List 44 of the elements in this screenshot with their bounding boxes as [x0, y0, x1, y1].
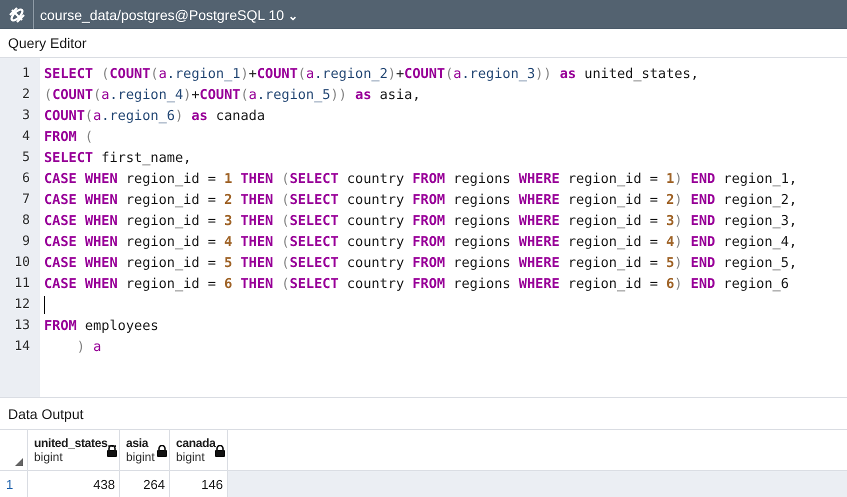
code-line: (COUNT(a.region_4)+COUNT(a.region_5)) as asia, [44, 86, 421, 102]
line-number: 2 [21, 87, 31, 102]
line-number: 8 [21, 213, 31, 228]
connection-icon [8, 6, 26, 24]
table-cell: 264 [120, 471, 170, 497]
column-type: bigint [176, 450, 206, 464]
column-type: bigint [126, 450, 156, 464]
code-line: CASE WHEN region_id = 1 THEN (SELECT country FROM regions WHERE region_id = 1) END region_1, [44, 170, 798, 186]
line-number: 12 [13, 297, 31, 312]
code-line: CASE WHEN region_id = 4 THEN (SELECT country FROM regions WHERE region_id = 4) END region_4, [44, 234, 798, 250]
code-line: CASE WHEN region_id = 2 THEN (SELECT country FROM regions WHERE region_id = 2) END region_2, [44, 192, 798, 208]
code-line: FROM employees [44, 318, 159, 334]
lock-icon [215, 445, 225, 457]
line-number: 9 [21, 234, 31, 249]
line-number: 7 [21, 192, 31, 207]
corner-triangle-icon [15, 458, 23, 466]
column-header[interactable]: asia bigint [120, 430, 170, 470]
row-number[interactable]: 1 [0, 471, 28, 497]
line-number: 6 [21, 171, 31, 186]
code-line: FROM ( [44, 128, 94, 144]
line-number: 11 [13, 276, 31, 291]
column-type: bigint [34, 450, 64, 464]
panel-title: Data Output [8, 406, 84, 422]
table-cell: 438 [28, 471, 120, 497]
line-number: 3 [21, 108, 31, 123]
code-line: CASE WHEN region_id = 3 THEN (SELECT country FROM regions WHERE region_id = 3) END region_3, [44, 212, 798, 228]
column-header[interactable]: united_states... bigint [28, 430, 120, 470]
column-name: canada [176, 436, 217, 450]
code-line: ) a [76, 338, 102, 354]
line-number: 1 [21, 66, 31, 81]
code-line: SELECT first_name, [44, 150, 192, 166]
line-number: 10 [13, 255, 31, 270]
code-line: CASE WHEN region_id = 5 THEN (SELECT country FROM regions WHERE region_id = 5) END region_5, [44, 254, 798, 270]
code-line: SELECT (COUNT(a.region_1)+COUNT(a.region_2)+COUNT(a.region_3)) as united_states, [44, 66, 699, 82]
line-number: 4 [21, 129, 31, 144]
column-name: asia [126, 436, 150, 450]
code-line: COUNT(a.region_6) as canada [44, 108, 266, 124]
line-number: 14 [13, 339, 31, 354]
panel-title: Query Editor [8, 35, 87, 51]
lock-icon [157, 445, 167, 457]
code-line: CASE WHEN region_id = 6 THEN (SELECT country FROM regions WHERE region_id = 6) END region_6 [44, 276, 789, 292]
column-header[interactable]: canada bigint [170, 430, 228, 470]
line-number: 13 [13, 318, 31, 333]
line-number: 5 [21, 150, 31, 165]
